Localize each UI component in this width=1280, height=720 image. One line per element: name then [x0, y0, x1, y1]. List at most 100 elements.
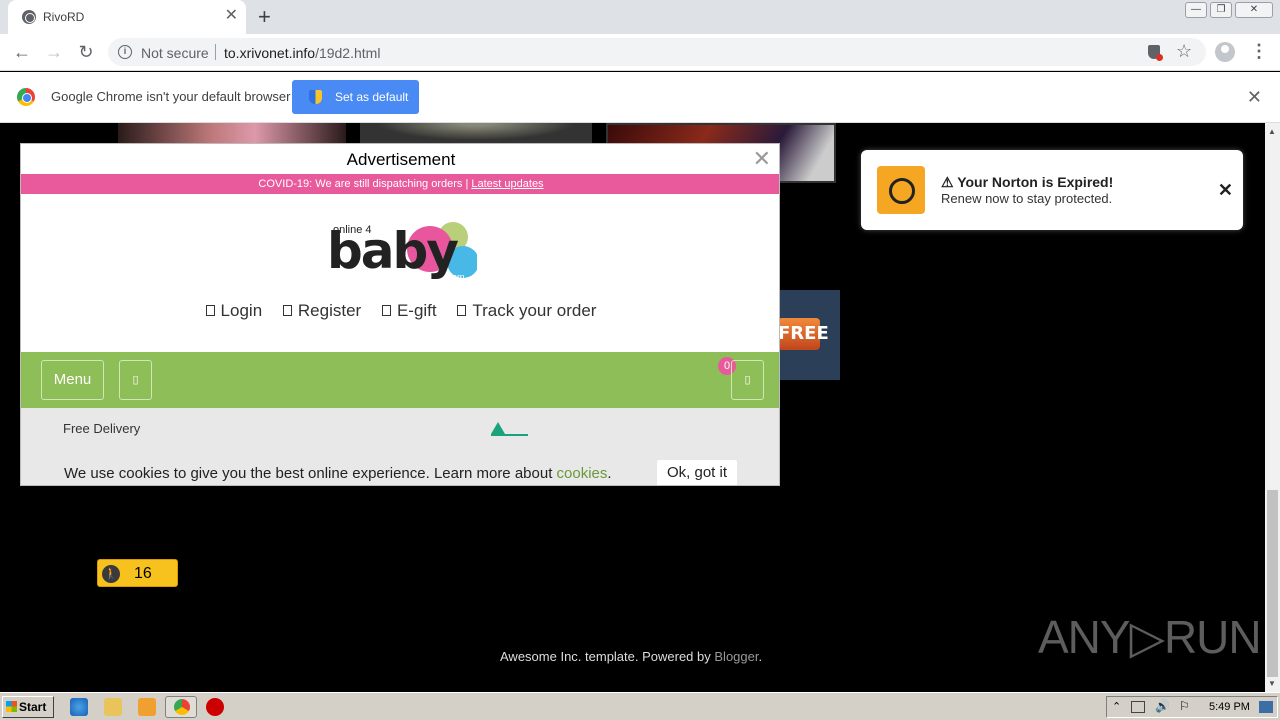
clock[interactable]: 5:49 PM	[1209, 701, 1250, 713]
free-delivery-label: Free Delivery	[63, 421, 141, 436]
forward-button[interactable]: →	[42, 40, 66, 64]
tray-expand-icon[interactable]: ⌃	[1112, 700, 1121, 713]
norton-title: ⚠ Your Norton is Expired!	[941, 174, 1114, 190]
thumbnail-2[interactable]	[360, 123, 592, 143]
advertisement-popup: Advertisement ✕ COVID-19: We are still d…	[20, 143, 780, 486]
login-link[interactable]: Login	[205, 301, 263, 320]
profile-avatar-icon[interactable]	[1215, 42, 1235, 62]
chrome-taskbar-button[interactable]	[165, 696, 197, 718]
footer-end: .	[758, 649, 763, 664]
infobar-message: Google Chrome isn't your default browser	[51, 89, 291, 104]
norton-subtitle: Renew now to stay protected.	[941, 191, 1113, 206]
cart-icon: ▯	[744, 374, 751, 386]
tab-title: RivoRD	[43, 10, 85, 24]
show-desktop-icon[interactable]	[1259, 701, 1273, 713]
info-icon[interactable]: i	[118, 45, 132, 59]
internet-explorer-icon[interactable]	[70, 698, 88, 716]
url-text[interactable]: to.xrivonet.info/19d2.html	[224, 45, 380, 61]
screen: RivoRD ✕ + — ❐ ✕ ← → ↻ i Not secure to.x…	[0, 0, 1280, 720]
scroll-thumb[interactable]	[1267, 490, 1278, 677]
cookie-ok-button[interactable]: Ok, got it	[657, 460, 737, 485]
cart-button[interactable]: ▯	[731, 360, 764, 400]
egift-label: E-gift	[396, 301, 437, 320]
cookie-notice: We use cookies to give you the best onli…	[64, 465, 612, 482]
account-links: Login Register E-gift Track your order	[21, 301, 779, 321]
track-order-label: Track your order	[472, 301, 597, 320]
network-icon[interactable]	[1131, 701, 1145, 713]
counter-value: 16	[134, 565, 152, 582]
browser-toolbar: ← → ↻ i Not secure to.xrivonet.info/19d2…	[0, 34, 1280, 71]
scroll-up-icon[interactable]: ▲	[1268, 127, 1276, 136]
thumbnail-1[interactable]	[118, 123, 346, 143]
gift-icon	[381, 305, 391, 316]
media-player-icon[interactable]	[138, 698, 156, 716]
truck-icon	[457, 305, 467, 316]
tab-strip: RivoRD ✕ + — ❐ ✕	[0, 0, 1280, 34]
menu-button[interactable]: Menu	[41, 360, 104, 400]
security-label[interactable]: Not secure	[141, 45, 209, 61]
delivery-strip: Free Delivery We use cookies to give you…	[21, 408, 779, 485]
infobar-close-icon[interactable]: ✕	[1247, 87, 1262, 108]
covid-notice: COVID-19: We are still dispatching order…	[21, 174, 779, 194]
url-path: /19d2.html	[315, 45, 381, 61]
online4baby-logo[interactable]: online 4 baby .com	[327, 222, 477, 284]
promo-banner[interactable]: FREE	[776, 290, 840, 380]
blocked-shield-icon[interactable]	[1148, 45, 1163, 61]
set-as-default-label: Set as default	[335, 90, 409, 104]
kebab-menu-icon[interactable]: ⋮	[1250, 41, 1268, 61]
logo-baby-text: baby	[327, 222, 459, 280]
volume-icon[interactable]: 🔊	[1155, 699, 1170, 713]
file-explorer-icon[interactable]	[104, 698, 122, 716]
egift-link[interactable]: E-gift	[381, 301, 437, 320]
default-browser-infobar: Google Chrome isn't your default browser…	[0, 72, 1280, 123]
tab-close-icon[interactable]: ✕	[225, 7, 238, 25]
back-button[interactable]: ←	[10, 40, 34, 64]
site-nav-bar: Menu ▯ 0 ▯	[21, 352, 779, 408]
start-button[interactable]: Start	[2, 696, 54, 718]
page-scrollbar[interactable]: ▲ ▼	[1265, 123, 1280, 692]
ad-close-icon[interactable]: ✕	[753, 146, 771, 172]
bookmark-star-icon[interactable]: ☆	[1176, 41, 1192, 62]
covid-text: COVID-19: We are still dispatching order…	[258, 178, 469, 190]
cookie-text: We use cookies to give you the best onli…	[64, 465, 553, 482]
windows-taskbar: Start ⌃ 🔊 ⚐ 5:49 PM	[0, 692, 1280, 720]
visitor-counter[interactable]: 🚶 16	[97, 559, 178, 587]
user-icon	[205, 305, 215, 316]
reload-button[interactable]: ↻	[74, 40, 98, 64]
windows-logo-icon	[6, 701, 17, 712]
globe-icon	[877, 166, 925, 214]
footer-text: Awesome Inc. template. Powered by	[500, 649, 711, 664]
system-tray: ⌃ 🔊 ⚐ 5:49 PM	[1106, 696, 1278, 718]
uac-shield-icon	[309, 90, 322, 104]
minimize-button[interactable]: —	[1185, 2, 1207, 18]
login-label: Login	[220, 301, 263, 320]
anyrun-watermark: ANY▷RUN	[1038, 611, 1262, 663]
close-window-button[interactable]: ✕	[1235, 2, 1273, 18]
omnibox-divider	[215, 44, 216, 60]
walker-icon: 🚶	[102, 565, 120, 583]
cookies-link[interactable]: cookies	[557, 465, 608, 482]
norton-expired-notice[interactable]: ⚠ Your Norton is Expired! Renew now to s…	[861, 150, 1243, 230]
logo-dotcom-text: .com	[445, 272, 465, 282]
page-footer: Awesome Inc. template. Powered by Blogge…	[500, 649, 762, 664]
register-label: Register	[297, 301, 362, 320]
tab-rivord[interactable]: RivoRD ✕	[8, 0, 246, 34]
address-bar[interactable]: i Not secure to.xrivonet.info/19d2.html …	[108, 38, 1206, 66]
chrome-icon	[174, 699, 190, 715]
blogger-link[interactable]: Blogger	[714, 649, 758, 664]
restore-button[interactable]: ❐	[1210, 2, 1232, 18]
latest-updates-link[interactable]: Latest updates	[471, 178, 543, 190]
set-as-default-button[interactable]: Set as default	[292, 80, 419, 114]
arrow-up-icon	[491, 422, 505, 434]
new-tab-button[interactable]: +	[258, 5, 271, 29]
register-link[interactable]: Register	[282, 301, 362, 320]
start-label: Start	[19, 700, 47, 714]
track-order-link[interactable]: Track your order	[457, 301, 596, 320]
opera-icon[interactable]	[206, 698, 224, 716]
register-icon	[282, 305, 292, 316]
scroll-down-icon[interactable]: ▼	[1268, 679, 1276, 688]
divider-line	[491, 434, 528, 436]
search-button[interactable]: ▯	[119, 360, 152, 400]
norton-close-icon[interactable]: ✕	[1218, 180, 1233, 201]
flag-icon[interactable]: ⚐	[1179, 699, 1190, 713]
